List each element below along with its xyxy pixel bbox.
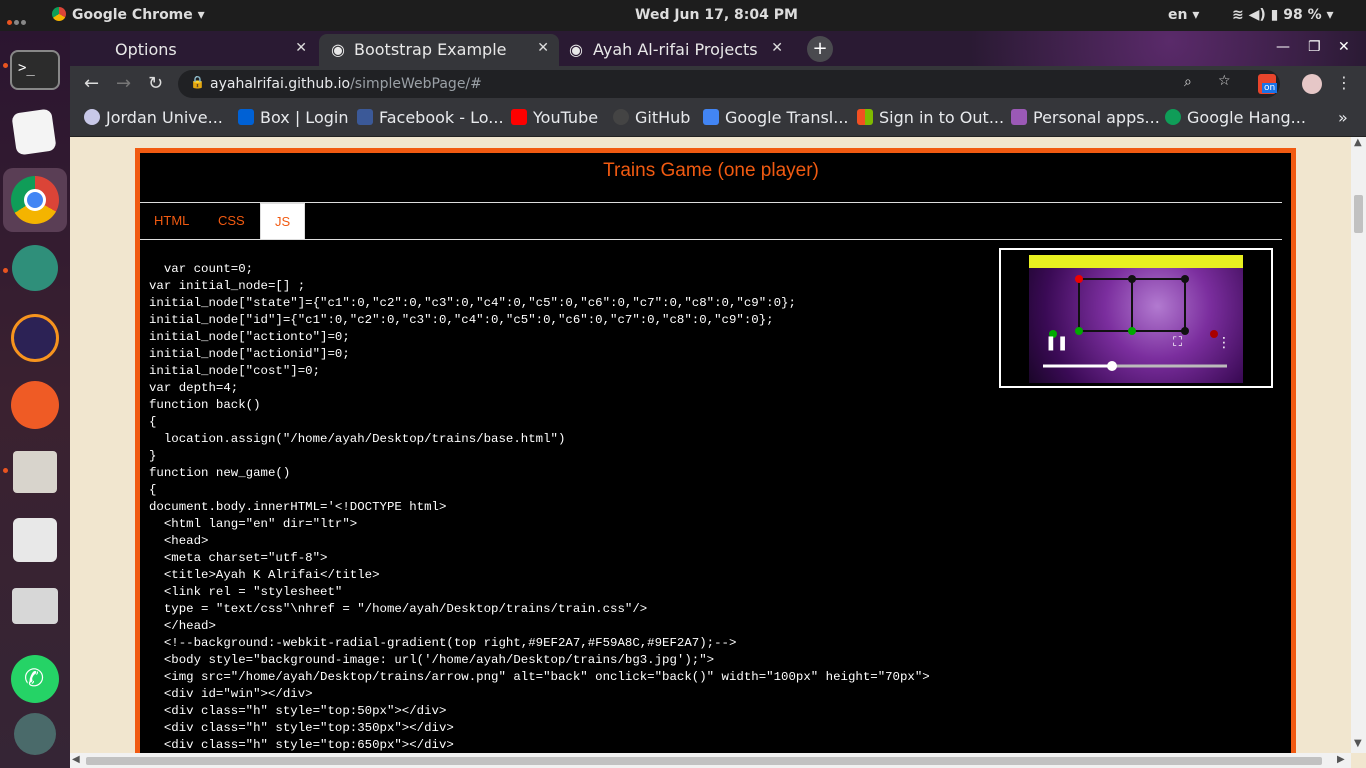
maximize-button[interactable]: ❐: [1308, 39, 1321, 55]
battery-level: 98 %: [1283, 7, 1322, 23]
github-icon: [613, 109, 629, 125]
lock-icon: 🔒: [190, 75, 205, 89]
avatar-icon[interactable]: [14, 713, 56, 755]
app-menu[interactable]: Google Chrome ▾: [52, 7, 205, 23]
close-icon[interactable]: ✕: [295, 40, 307, 56]
fullscreen-icon[interactable]: ⛶: [1173, 335, 1182, 350]
phone-icon[interactable]: ✆: [11, 655, 59, 703]
tab-css[interactable]: CSS: [204, 203, 259, 239]
youtube-icon: [511, 109, 527, 125]
bookmark-box[interactable]: Box | Login: [238, 108, 348, 127]
bookmark-google-translate[interactable]: Google Transl...: [703, 108, 849, 127]
more-menu-icon[interactable]: ⋮: [1336, 73, 1352, 92]
browser-toolbar: ← → ↻ 🔒 ayahalrifai.github.io/simpleWebP…: [70, 66, 1366, 102]
text-editor-icon[interactable]: [11, 108, 57, 156]
running-indicator: [3, 468, 8, 473]
tab-strip: Options ✕ ◉ Bootstrap Example ✕ ◉ Ayah A…: [70, 31, 1366, 66]
minimize-button[interactable]: —: [1276, 39, 1290, 55]
extension-icon[interactable]: on: [1258, 74, 1278, 94]
forward-arrow-icon[interactable]: →: [116, 73, 131, 94]
bookmark-personal-apps[interactable]: Personal apps...: [1011, 108, 1160, 127]
chevron-down-icon: ▾: [197, 7, 205, 23]
new-tab-button[interactable]: +: [807, 36, 833, 62]
file-cabinet-icon[interactable]: [13, 451, 57, 493]
wifi-icon: ≋: [1232, 7, 1244, 23]
eclipse-icon[interactable]: [11, 314, 59, 362]
horizontal-scrollbar[interactable]: ◀ ▶: [70, 753, 1351, 768]
divider: [140, 239, 1282, 240]
divider: [140, 202, 1282, 203]
vertical-scrollbar[interactable]: ▲ ▼: [1351, 137, 1366, 753]
app-name: Google Chrome: [72, 7, 193, 23]
tab-html[interactable]: HTML: [140, 203, 203, 239]
running-indicator: [3, 268, 8, 273]
reload-icon[interactable]: ↻: [148, 73, 163, 94]
close-icon[interactable]: ✕: [537, 40, 549, 56]
bookmark-outlook[interactable]: Sign in to Out...: [857, 108, 1004, 127]
clock[interactable]: Wed Jun 17, 8:04 PM: [635, 7, 798, 23]
url-domain: ayahalrifai.github.io: [210, 76, 351, 92]
bookmark-youtube[interactable]: YouTube: [511, 108, 598, 127]
code-block: var count=0; var initial_node=[] ; initi…: [149, 262, 930, 752]
atom-icon[interactable]: [12, 245, 58, 291]
box-icon: [238, 109, 254, 125]
scroll-up-arrow-icon[interactable]: ▲: [1354, 137, 1362, 148]
system-top-bar: Google Chrome ▾ Wed Jun 17, 8:04 PM en ▾…: [0, 0, 1366, 31]
close-window-button[interactable]: ✕: [1338, 39, 1350, 55]
vertical-scroll-thumb[interactable]: [1354, 195, 1363, 233]
tab-js[interactable]: JS: [260, 203, 306, 240]
chrome-icon: [52, 7, 66, 21]
page-title: Trains Game (one player): [603, 160, 819, 181]
translate-icon: [703, 109, 719, 125]
project-card: Trains Game (one player) HTML CSS JS var…: [135, 148, 1296, 753]
battery-icon: ▮: [1270, 7, 1279, 23]
horizontal-scroll-thumb[interactable]: [86, 757, 1322, 765]
page-viewport: Trains Game (one player) HTML CSS JS var…: [70, 137, 1351, 753]
hangouts-icon: [1165, 109, 1181, 125]
tab-bootstrap-example[interactable]: ◉ Bootstrap Example ✕: [319, 34, 559, 66]
zoom-icon[interactable]: ⌕: [1184, 74, 1192, 90]
bookmarks-overflow-icon[interactable]: »: [1338, 108, 1348, 127]
address-bar[interactable]: 🔒 ayahalrifai.github.io/simpleWebPage/# …: [178, 70, 1280, 98]
bookmark-jordan[interactable]: Jordan Unive...: [84, 108, 223, 127]
scroll-right-arrow-icon[interactable]: ▶: [1337, 754, 1345, 765]
microsoft-icon: [857, 109, 873, 125]
globe-icon: ◉: [569, 40, 583, 59]
system-tools-icon[interactable]: [12, 588, 58, 624]
bookmarks-bar: Jordan Unive... Box | Login Facebook - L…: [70, 102, 1366, 137]
game-screenshot: ❚❚ ⛶ ⋮: [1029, 255, 1243, 383]
postman-icon[interactable]: [11, 381, 59, 429]
running-indicator: [3, 63, 8, 68]
terminal-icon[interactable]: >_: [10, 50, 60, 90]
tab-projects[interactable]: ◉ Ayah Al-rifai Projects ✕: [561, 34, 793, 66]
bookmark-star-icon[interactable]: ☆: [1218, 73, 1231, 89]
pause-icon[interactable]: ❚❚: [1045, 335, 1068, 351]
globe-icon: ◉: [331, 40, 345, 59]
scroll-left-arrow-icon[interactable]: ◀: [72, 754, 80, 765]
settings-mixer-icon[interactable]: [13, 518, 57, 562]
bookmark-google-hangouts[interactable]: Google Hang...: [1165, 108, 1306, 127]
language-indicator[interactable]: en ▾: [1168, 7, 1199, 23]
system-tray[interactable]: ≋ ◀) ▮ 98 % ▾: [1232, 7, 1334, 23]
video-menu-icon[interactable]: ⋮: [1217, 335, 1231, 351]
volume-icon: ◀): [1248, 7, 1266, 23]
apps-icon: [1011, 109, 1027, 125]
window-dots-icon: [7, 13, 28, 29]
url-path: /simpleWebPage/#: [350, 76, 482, 92]
profile-avatar[interactable]: [1302, 74, 1322, 94]
university-icon: [84, 109, 100, 125]
back-arrow-icon[interactable]: ←: [84, 73, 99, 94]
close-icon[interactable]: ✕: [771, 40, 783, 56]
bookmark-github[interactable]: GitHub: [613, 108, 690, 127]
chrome-dock-button[interactable]: [3, 168, 67, 232]
video-preview[interactable]: ❚❚ ⛶ ⋮: [999, 248, 1273, 388]
launcher-dock: >_ ✆: [0, 31, 70, 768]
facebook-icon: [357, 109, 373, 125]
extension-badge: on: [1262, 83, 1278, 93]
tab-options[interactable]: Options ✕: [101, 34, 317, 66]
scroll-down-arrow-icon[interactable]: ▼: [1354, 738, 1362, 749]
bookmark-facebook[interactable]: Facebook - Lo...: [357, 108, 504, 127]
